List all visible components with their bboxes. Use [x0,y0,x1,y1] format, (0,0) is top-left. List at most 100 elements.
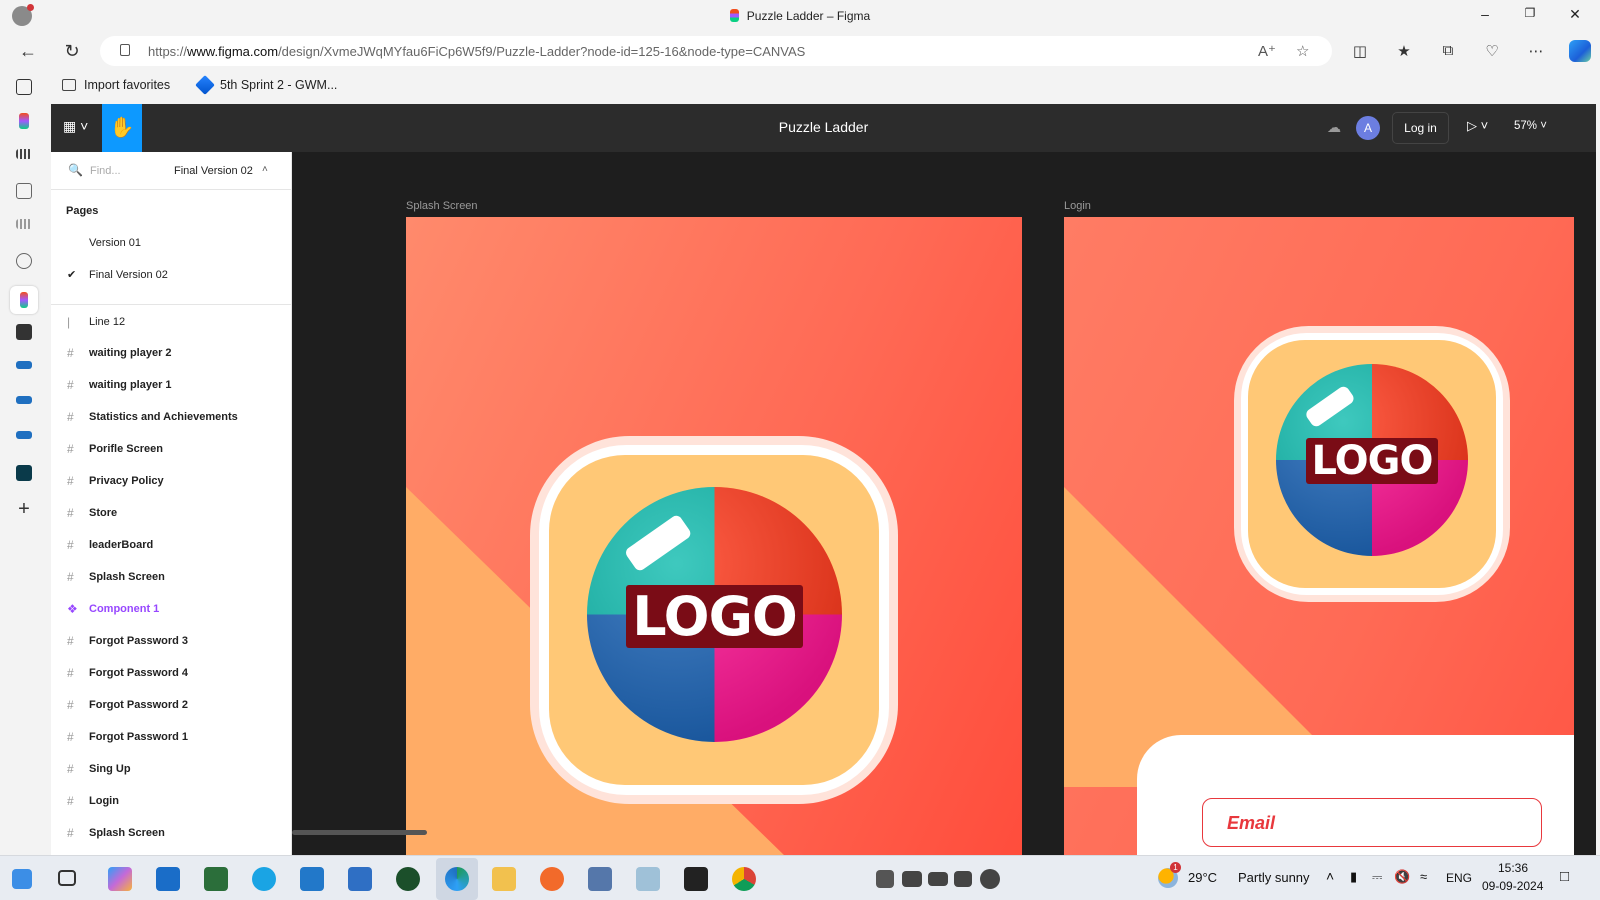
figma-logo-icon [729,9,739,22]
clock-date[interactable]: 09-09-2024 [1482,879,1543,893]
settings-gear-icon[interactable] [980,869,1000,889]
favorite-star-icon[interactable]: ☆ [1296,42,1309,60]
layer-row[interactable]: # Forgot Password 2 [51,692,292,720]
edge-icon[interactable] [445,867,469,891]
layer-row[interactable]: # Login [51,788,292,816]
find-input[interactable]: Find... [90,165,121,177]
notifications-icon[interactable]: □ [1560,868,1569,885]
copilot-taskbar-icon[interactable] [108,867,132,891]
remote-desktop-icon[interactable] [588,867,612,891]
tray-mic-icon[interactable] [876,870,894,888]
document-tab-icon[interactable] [16,183,32,199]
postman-icon[interactable] [540,867,564,891]
read-aloud-icon[interactable]: A⁺ [1258,42,1276,60]
splash-screen-frame[interactable]: LOGO [406,217,1022,855]
login-frame[interactable]: LOGO Email [1064,217,1574,855]
network-tool-icon[interactable] [204,867,228,891]
layer-row[interactable]: # leaderBoard [51,532,292,560]
refresh-button[interactable]: ↻ [60,40,84,62]
layer-row[interactable]: # Store [51,500,292,528]
tab-icon-blue-3[interactable] [16,431,32,439]
login-button[interactable]: Log in [1392,112,1449,144]
battery-icon[interactable]: ▮ [1350,869,1357,885]
barcode-tab-icon[interactable] [16,149,32,159]
more-options-icon[interactable]: ⋯ [1525,42,1547,60]
layer-row[interactable]: # Splash Screen [51,564,292,592]
notepad-icon[interactable] [636,867,660,891]
frame-label-login[interactable]: Login [1064,200,1091,212]
layer-row[interactable]: # Statistics and Achievements [51,404,292,432]
minimize-button[interactable]: – [1475,6,1495,22]
present-button[interactable]: ▷ ˅ [1467,118,1488,134]
restore-button[interactable]: ❐ [1520,6,1540,20]
start-button[interactable] [12,869,32,889]
frame-label-splash[interactable]: Splash Screen [406,200,478,212]
design-canvas[interactable]: Splash Screen Login LOGO LOGO Email [293,152,1596,855]
back-button[interactable]: ← [16,40,40,62]
mail-icon[interactable] [348,867,372,891]
wifi-icon[interactable]: ≈ [1420,869,1427,884]
document-tab-icon-2[interactable] [16,324,32,340]
react-tab-icon[interactable] [16,465,32,481]
layer-row[interactable]: # Forgot Password 4 [51,660,292,688]
chevron-up-icon[interactable]: ˄ [262,164,268,175]
layer-row[interactable]: # waiting player 2 [51,340,292,368]
figma-tab-icon[interactable] [19,113,29,129]
layer-row[interactable]: | Line 12 [51,309,292,337]
layer-row[interactable]: # Porifle Screen [51,436,292,464]
window-title-bar: Puzzle Ladder – Figma – ❐ ✕ [0,0,1600,33]
layer-row[interactable]: # Splash Screen [51,820,292,848]
volume-muted-icon[interactable]: 🔇 [1394,869,1410,885]
layer-row[interactable]: # Forgot Password 3 [51,628,292,656]
file-explorer-icon[interactable] [492,867,516,891]
url-text[interactable]: https://www.figma.com/design/XvmeJWqMYfa… [148,44,805,59]
horizontal-scrollbar[interactable] [292,830,427,835]
copilot-icon[interactable] [1569,40,1591,62]
figma-app: ▦ ˅ ✋ Puzzle Ladder ☁ A Log in ▷ ˅ 57% ˅… [51,104,1596,855]
weather-temp[interactable]: 29°C [1188,870,1217,885]
tab-icon-blue-1[interactable] [16,361,32,369]
address-bar[interactable]: https://www.figma.com/design/XvmeJWqMYfa… [100,36,1332,66]
import-favorites-link[interactable]: Import favorites [62,78,170,92]
tab-icon-blue-2[interactable] [16,396,32,404]
page-item-selected[interactable]: Final Version 02 [89,269,168,281]
weather-desc[interactable]: Partly sunny [1238,870,1310,885]
page-item[interactable]: Version 01 [89,237,141,249]
terminal-icon[interactable] [684,867,708,891]
browser-essentials-icon[interactable]: ♡ [1481,42,1503,60]
task-view-icon[interactable] [58,870,76,886]
window-icon[interactable] [954,871,972,887]
window-title-text: Puzzle Ladder – Figma [746,9,871,23]
vscode-icon[interactable] [300,867,324,891]
layer-row[interactable]: # Sing Up [51,756,292,784]
layer-row[interactable]: # Forgot Password 1 [51,724,292,752]
pages-heading: Pages [66,205,99,217]
sprint-favorite-link[interactable]: 5th Sprint 2 - GWM... [195,75,337,95]
power-icon[interactable]: ⎓ [1372,869,1382,885]
layer-row-component[interactable]: ❖ Component 1 [51,596,292,624]
email-field[interactable]: Email [1202,798,1542,847]
favorites-icon[interactable]: ★ [1393,42,1415,60]
barcode-tab-icon-2[interactable] [16,219,32,229]
settings-tab-icon[interactable] [16,253,32,269]
line-icon: | [67,315,71,329]
clock-time[interactable]: 15:36 [1498,861,1528,875]
zoom-dropdown[interactable]: 57% ˅ [1514,120,1547,132]
collections-icon[interactable]: ⧉ [1437,42,1459,59]
video-icon[interactable] [928,872,948,886]
mongodb-icon[interactable] [396,867,420,891]
layer-row[interactable]: # waiting player 1 [51,372,292,400]
chrome-icon[interactable] [732,867,756,891]
tab-actions-icon[interactable] [16,79,32,95]
chevron-up-icon[interactable]: ˄ [1326,868,1334,884]
camera-icon[interactable] [902,871,922,887]
outlook-icon[interactable] [156,867,180,891]
user-avatar[interactable]: A [1356,116,1380,140]
skype-icon[interactable] [252,867,276,891]
split-screen-icon[interactable]: ◫ [1349,42,1371,60]
add-tab-icon[interactable]: + [16,499,32,519]
language-indicator[interactable]: ENG [1446,871,1472,885]
page-selector[interactable]: Final Version 02 [174,165,253,177]
layer-row[interactable]: # Privacy Policy [51,468,292,496]
close-window-button[interactable]: ✕ [1565,6,1585,23]
